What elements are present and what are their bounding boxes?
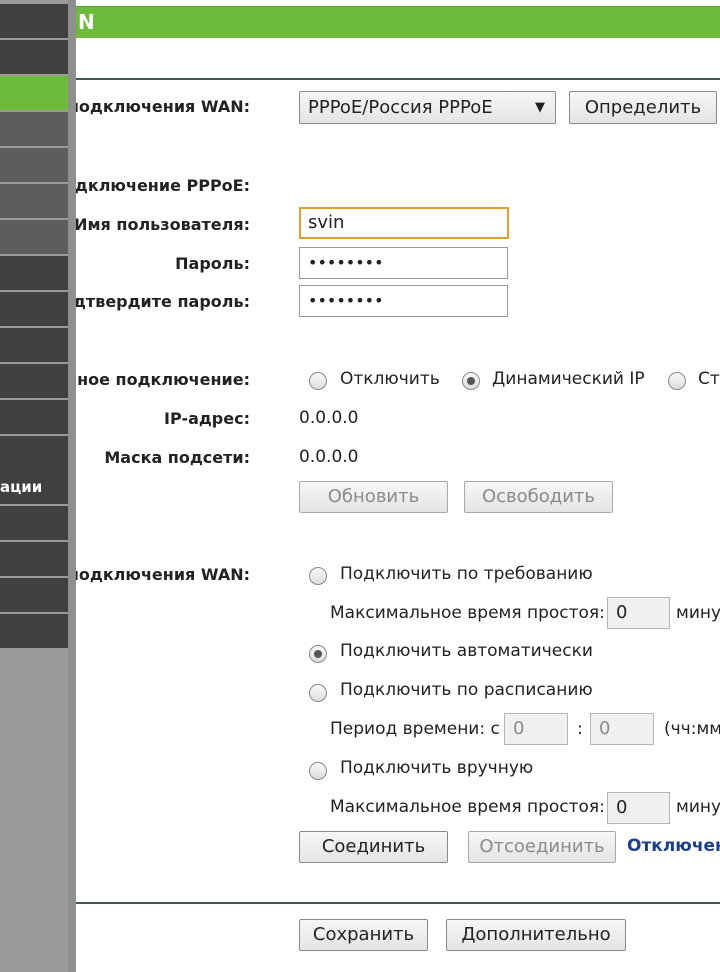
period-colon: : [577,719,583,739]
sidebar-item[interactable] [0,506,68,540]
renew-button[interactable]: Обновить [299,481,448,513]
sidebar-item-config[interactable]: ации [0,470,68,504]
header-divider [76,78,720,80]
radio-dynamic-ip[interactable] [462,372,480,390]
radio-scheduled[interactable] [309,684,327,702]
radio-disable[interactable] [309,372,327,390]
idle-time-field[interactable]: 0 [607,597,670,629]
radio-disable-label: Отключить [340,369,440,389]
radio-auto[interactable] [309,645,327,663]
sidebar-item[interactable] [0,400,68,434]
idle-time-label: Максимальное время простоя: [330,603,605,623]
sidebar-item[interactable] [0,40,68,74]
wan-type-value: PPPoE/Россия PPPoE [308,97,493,118]
idle-time-unit-2: мину [676,797,720,817]
period-from-field[interactable]: 0 [504,713,568,745]
radio-manual-label: Подключить вручную [340,758,534,778]
radio-on-demand[interactable] [309,567,327,585]
sidebar-item[interactable] [0,436,68,470]
radio-manual[interactable] [309,762,327,780]
radio-auto-label: Подключить автоматически [340,641,593,661]
page-header: N [76,6,720,38]
detect-button[interactable]: Определить [569,91,717,124]
wan-type-select[interactable]: PPPoE/Россия PPPoE ▼ [299,91,556,124]
password-field[interactable]: •••••••• [299,247,508,279]
sidebar-item[interactable] [0,292,68,326]
confirm-password-field[interactable]: •••••••• [299,285,508,317]
sidebar-item-active[interactable] [0,76,68,110]
idle-time-label-2: Максимальное время простоя: [330,797,605,817]
advanced-button[interactable]: Дополнительно [446,919,626,951]
ip-address-value: 0.0.0.0 [299,408,359,428]
wan-mode-label: и подключения WAN: [76,565,250,584]
sidebar-item[interactable] [0,220,68,254]
sidebar-divider [68,0,76,972]
sidebar-item[interactable] [0,364,68,398]
secondary-connection-label: ичное подключение: [76,370,250,389]
radio-static-ip-label: Ста [698,369,720,389]
wan-type-label: и подключения WAN: [76,97,250,116]
sidebar-item[interactable] [0,4,68,38]
period-unit: (чч:мм [664,719,720,739]
sidebar-item[interactable] [0,542,68,576]
sidebar-item[interactable] [0,184,68,218]
disconnect-button[interactable]: Отсоединить [468,831,616,863]
sidebar-item[interactable] [0,614,68,648]
pppoe-section-label: Подключение PPPoE: [76,176,250,195]
username-field[interactable]: svin [299,207,509,239]
password-label: Пароль: [175,254,250,273]
sidebar-item[interactable] [0,328,68,362]
radio-scheduled-label: Подключить по расписанию [340,680,593,700]
sidebar-item[interactable] [0,148,68,182]
subnet-mask-value: 0.0.0.0 [299,447,359,467]
subnet-mask-label: Маска подсети: [104,448,250,467]
dropdown-arrow-icon: ▼ [535,100,545,115]
page-title: N [78,10,95,34]
radio-dynamic-ip-label: Динамический IP [492,369,645,389]
username-label: Имя пользователя: [76,215,250,234]
sidebar-item[interactable] [0,112,68,146]
sidebar-item[interactable] [0,578,68,612]
confirm-password-label: Подтвердите пароль: [76,292,250,311]
radio-on-demand-label: Подключить по требованию [340,564,593,584]
time-period-label: Период времени: с [330,719,500,739]
sidebar-item[interactable] [0,256,68,290]
idle-time-field-2[interactable]: 0 [607,792,670,824]
radio-static-ip[interactable] [668,372,686,390]
release-button[interactable]: Освободить [464,481,613,513]
save-button[interactable]: Сохранить [299,919,428,951]
period-to-field[interactable]: 0 [590,713,654,745]
connect-button[interactable]: Соединить [299,831,448,863]
idle-time-unit: мину [676,603,720,623]
ip-address-label: IP-адрес: [164,409,250,428]
connection-status: Отключено [627,836,720,856]
footer-divider [76,902,720,904]
